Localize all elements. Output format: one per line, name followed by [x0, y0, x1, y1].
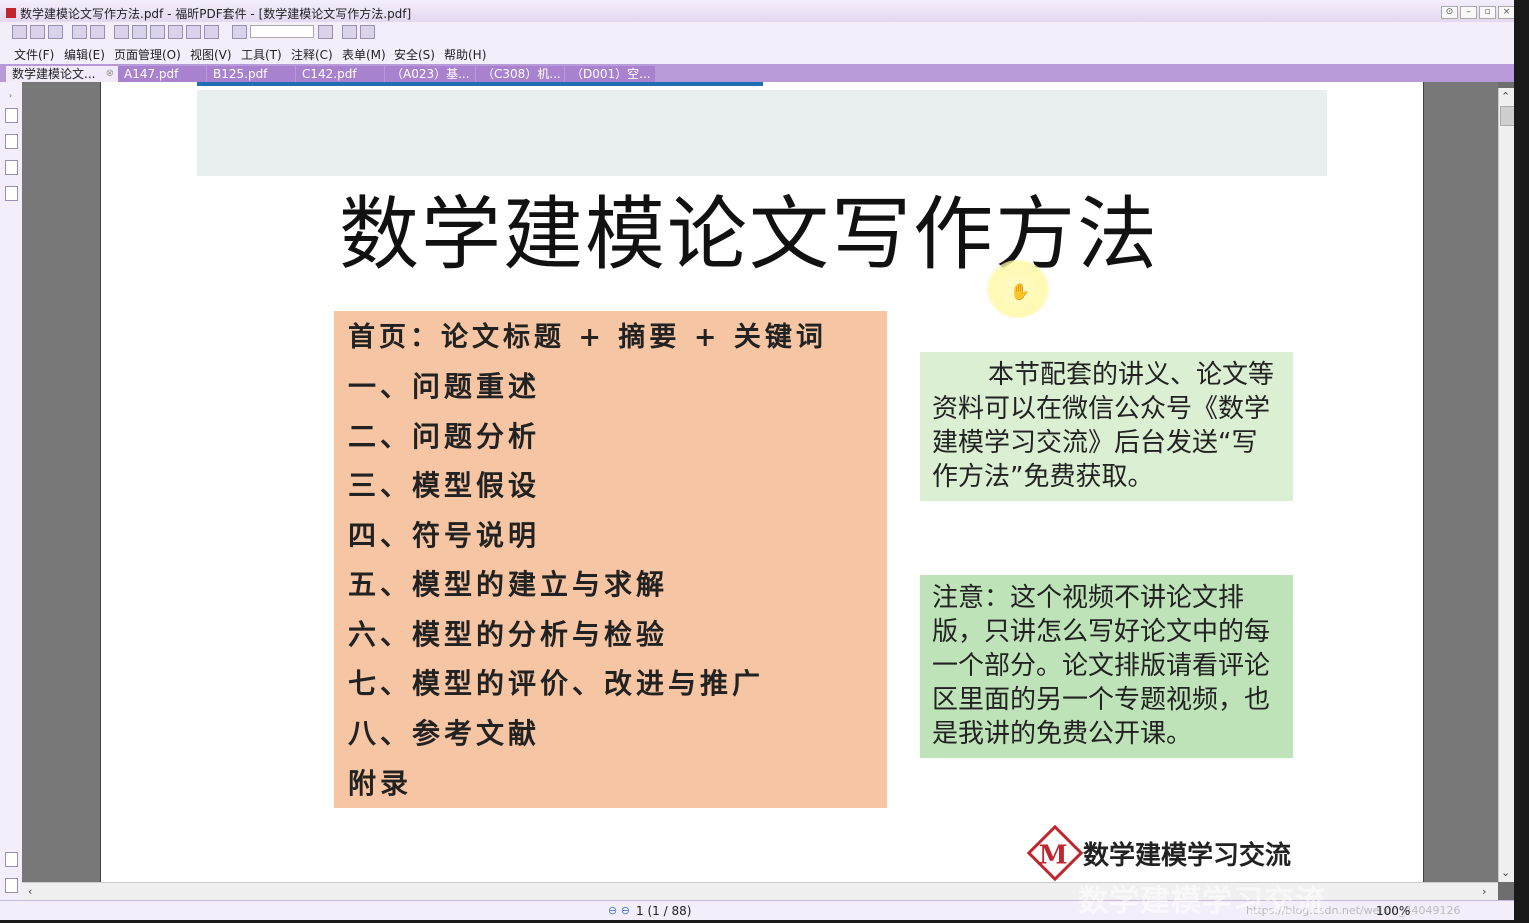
top-accent-line [197, 82, 763, 86]
tab-label: C142.pdf [302, 67, 357, 81]
previous-view-icon[interactable] [342, 25, 357, 39]
menu-page-management[interactable]: 页面管理(O) [114, 46, 181, 63]
menu-comments[interactable]: 注释(C) [291, 46, 333, 63]
tab-label: （C308）机... [482, 67, 561, 81]
document-viewer[interactable]: 数学建模论文写作方法 ✋ 首页：论文标题 + 摘要 + 关键词 一、问题重述 二… [22, 82, 1498, 882]
select-tool-icon[interactable] [168, 25, 183, 39]
scroll-down-icon[interactable]: ⌄ [1501, 866, 1510, 879]
tab-a023[interactable]: （A023）基... [385, 66, 475, 82]
next-view-icon[interactable] [360, 25, 375, 39]
expand-arrow-icon[interactable]: › [5, 90, 16, 103]
outline-item: 四、符号说明 [348, 519, 541, 552]
bookmarks-panel-icon[interactable] [5, 134, 18, 149]
tab-close-icon[interactable]: ⊗ [106, 66, 114, 82]
outline-item: 三、模型假设 [348, 469, 541, 502]
materials-note: 本节配套的讲义、论文等资料可以在微信公众号《数学建模学习交流》后台发送“写作方法… [920, 352, 1293, 501]
comments-panel-icon[interactable] [5, 160, 18, 175]
screen-edge [1514, 0, 1529, 923]
zoom-tool-icon[interactable] [150, 25, 165, 39]
scroll-right-icon[interactable]: › [1482, 885, 1486, 898]
vertical-scrollbar[interactable]: ⌃ ⌄ [1498, 88, 1515, 882]
help-icon[interactable]: ⊙ [1441, 6, 1458, 19]
screen-icon[interactable] [114, 25, 129, 39]
menu-help[interactable]: 帮助(H) [444, 46, 486, 63]
hand-tool-icon[interactable] [132, 25, 147, 39]
brand-logo: M [1026, 824, 1084, 882]
tab-label: A147.pdf [124, 67, 179, 81]
tab-label: B125.pdf [213, 67, 268, 81]
window-title: 数学建模论文写作方法.pdf - 福昕PDF套件 - [数学建模论文写作方法.p… [20, 7, 412, 21]
minimize-button[interactable]: – [1460, 6, 1477, 19]
snapshot-icon[interactable] [204, 25, 219, 39]
menu-edit[interactable]: 编辑(E) [64, 46, 105, 63]
first-previous-page-icon[interactable]: ⊖ ⊖ [608, 904, 630, 917]
outline-item: 七、模型的评价、改进与推广 [348, 667, 765, 700]
tab-d001[interactable]: （D001）空... [565, 66, 655, 82]
attachments-panel-icon[interactable] [5, 186, 18, 201]
scroll-left-icon[interactable]: ‹ [28, 885, 32, 898]
restore-button[interactable]: ▫ [1479, 6, 1496, 19]
outline-item: 二、问题分析 [348, 420, 541, 453]
tab-label: （A023）基... [391, 67, 470, 81]
layout-note: 注意：这个视频不讲论文排版，只讲怎么写好论文中的每一个部分。论文排版请看评论区里… [920, 575, 1293, 758]
tab-label: （D001）空... [571, 67, 651, 81]
save-icon[interactable] [30, 25, 45, 39]
pages-panel-icon[interactable] [5, 108, 18, 123]
outline-item: 六、模型的分析与检验 [348, 618, 669, 651]
menu-view[interactable]: 视图(V) [190, 46, 232, 63]
brand-text: 数学建模学习交流 [1083, 840, 1292, 871]
scroll-up-icon[interactable]: ⌃ [1501, 90, 1510, 103]
left-sidebar: › [0, 82, 23, 900]
window-controls: ⊙ – ▫ × [1441, 6, 1515, 19]
close-button[interactable]: × [1498, 6, 1515, 19]
page-icon[interactable] [186, 25, 201, 39]
app-icon [6, 8, 16, 18]
tab-label: 数学建模论文... [12, 67, 96, 81]
save-all-icon[interactable] [48, 25, 63, 39]
header-band [197, 90, 1327, 176]
signature-icon[interactable] [5, 878, 18, 893]
menu-file[interactable]: 文件(F) [14, 46, 54, 63]
open-icon[interactable] [12, 25, 27, 39]
hand-cursor-icon: ✋ [1010, 282, 1030, 301]
email-icon[interactable] [90, 25, 105, 39]
video-watermark: 数学建模学习交流 [1078, 884, 1326, 919]
main-toolbar [0, 22, 1529, 42]
zoom-level[interactable]: 100% [1376, 904, 1410, 918]
paperclip-icon[interactable] [5, 852, 18, 867]
print-icon[interactable] [72, 25, 87, 39]
outline-item: 附录 [348, 767, 413, 800]
tab-a147[interactable]: A147.pdf [118, 66, 206, 82]
menu-security[interactable]: 安全(S) [394, 46, 435, 63]
page-number-field[interactable]: 1 (1 / 88) [636, 904, 691, 918]
brand-mark: M 数学建模学习交流 [1026, 824, 1292, 882]
search-next-icon[interactable] [318, 25, 333, 39]
menu-bar: 文件(F) 编辑(E) 页面管理(O) 视图(V) 工具(T) 注释(C) 表单… [0, 42, 1529, 64]
search-input[interactable] [250, 25, 314, 38]
find-icon[interactable] [232, 25, 247, 39]
tab-c142[interactable]: C142.pdf [296, 66, 384, 82]
tab-b125[interactable]: B125.pdf [207, 66, 295, 82]
outline-item: 八、参考文献 [348, 717, 541, 750]
tab-current-document[interactable]: 数学建模论文... ⊗ [6, 66, 118, 82]
menu-tools[interactable]: 工具(T) [241, 46, 282, 63]
outline-item: 五、模型的建立与求解 [348, 568, 669, 601]
outline-heading: 首页：论文标题 + 摘要 + 关键词 [348, 322, 827, 353]
window-titlebar: 数学建模论文写作方法.pdf - 福昕PDF套件 - [数学建模论文写作方法.p… [0, 0, 1529, 23]
scroll-thumb[interactable] [1500, 106, 1515, 126]
outline-item: 一、问题重述 [348, 370, 541, 403]
pdf-page: 数学建模论文写作方法 ✋ 首页：论文标题 + 摘要 + 关键词 一、问题重述 二… [100, 82, 1424, 882]
tab-c308[interactable]: （C308）机... [476, 66, 564, 82]
outline-box: 首页：论文标题 + 摘要 + 关键词 一、问题重述 二、问题分析 三、模型假设 … [334, 311, 887, 808]
menu-forms[interactable]: 表单(M) [342, 46, 386, 63]
document-tabs: 数学建模论文... ⊗ A147.pdf B125.pdf C142.pdf （… [0, 64, 1514, 82]
